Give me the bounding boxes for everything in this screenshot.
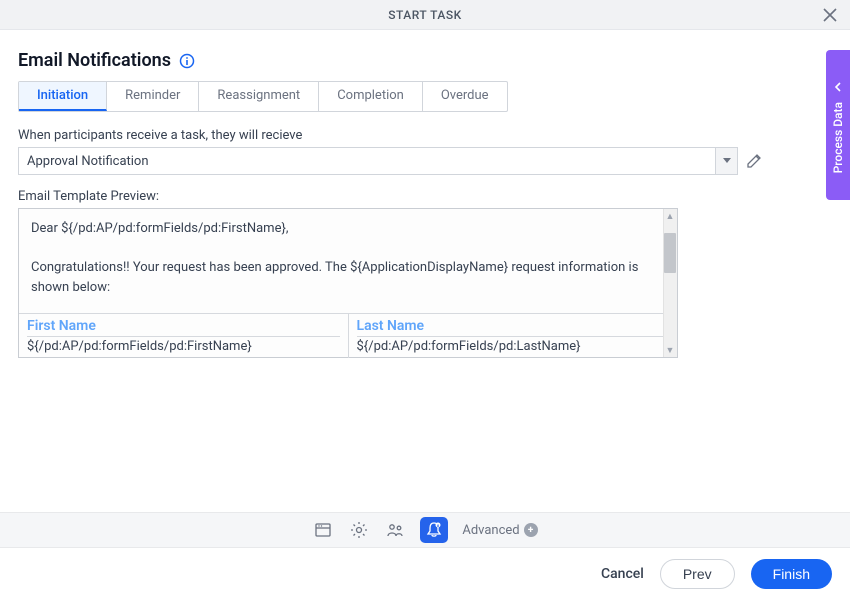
dropdown-label: When participants receive a task, they w…	[18, 128, 832, 143]
preview-label: Email Template Preview:	[18, 189, 832, 204]
side-panel-label: Process Data	[831, 102, 845, 173]
advanced-toggle[interactable]: Advanced +	[462, 523, 537, 538]
advanced-label: Advanced	[462, 523, 519, 538]
preview-greeting: Dear ${/pd:AP/pd:formFields/pd:FirstName…	[31, 219, 665, 239]
bottom-toolbar: 0 Advanced +	[0, 512, 850, 548]
modal-content: Email Notifications Initiation Reminder …	[0, 30, 850, 358]
tab-reassignment[interactable]: Reassignment	[199, 82, 319, 111]
chevron-down-icon	[715, 148, 737, 174]
preview-table: First Name ${/pd:AP/pd:formFields/pd:Fir…	[19, 313, 677, 358]
info-icon[interactable]	[179, 53, 195, 69]
modal-header: START TASK	[0, 0, 850, 30]
gear-icon[interactable]	[348, 519, 370, 541]
plus-icon: +	[524, 523, 538, 537]
chevron-left-icon	[833, 77, 843, 96]
modal-title: START TASK	[388, 8, 461, 22]
tab-initiation[interactable]: Initiation	[19, 82, 107, 111]
finish-button[interactable]: Finish	[751, 559, 832, 589]
preview-text: Congratulations!! Your request has been …	[31, 258, 665, 297]
scrollbar-thumb[interactable]	[664, 233, 676, 273]
tabs: Initiation Reminder Reassignment Complet…	[18, 81, 508, 112]
preview-col-firstname: First Name ${/pd:AP/pd:formFields/pd:Fir…	[19, 314, 349, 358]
close-icon[interactable]	[820, 5, 840, 25]
prev-button[interactable]: Prev	[660, 559, 735, 589]
preview-col-lastname: Last Name ${/pd:AP/pd:formFields/pd:Last…	[349, 314, 678, 358]
modal-footer: Cancel Prev Finish	[0, 548, 850, 600]
preview-body: Dear ${/pd:AP/pd:formFields/pd:FirstName…	[19, 209, 677, 309]
col-header: Last Name	[357, 318, 670, 334]
tab-overdue[interactable]: Overdue	[423, 82, 507, 111]
edit-icon[interactable]	[746, 153, 762, 169]
col-value: ${/pd:AP/pd:formFields/pd:FirstName}	[27, 336, 340, 354]
scrollbar[interactable]: ▲ ▼	[663, 209, 677, 357]
process-data-panel-toggle[interactable]: Process Data	[826, 50, 850, 200]
dropdown-value: Approval Notification	[19, 154, 715, 169]
section-title-row: Email Notifications	[18, 50, 832, 71]
people-icon[interactable]	[384, 519, 406, 541]
scroll-up-icon[interactable]: ▲	[663, 209, 677, 223]
template-preview: Dear ${/pd:AP/pd:formFields/pd:FirstName…	[18, 208, 678, 358]
section-title: Email Notifications	[18, 50, 171, 71]
scroll-down-icon[interactable]: ▼	[663, 343, 677, 357]
cancel-button[interactable]: Cancel	[601, 566, 644, 582]
tab-reminder[interactable]: Reminder	[107, 82, 199, 111]
col-value: ${/pd:AP/pd:formFields/pd:LastName}	[357, 336, 670, 354]
dropdown-row: Approval Notification	[18, 147, 832, 175]
col-header: First Name	[27, 318, 340, 334]
form-icon[interactable]	[312, 519, 334, 541]
bell-icon[interactable]: 0	[420, 517, 448, 543]
notification-dropdown[interactable]: Approval Notification	[18, 147, 738, 175]
tab-completion[interactable]: Completion	[319, 82, 423, 111]
